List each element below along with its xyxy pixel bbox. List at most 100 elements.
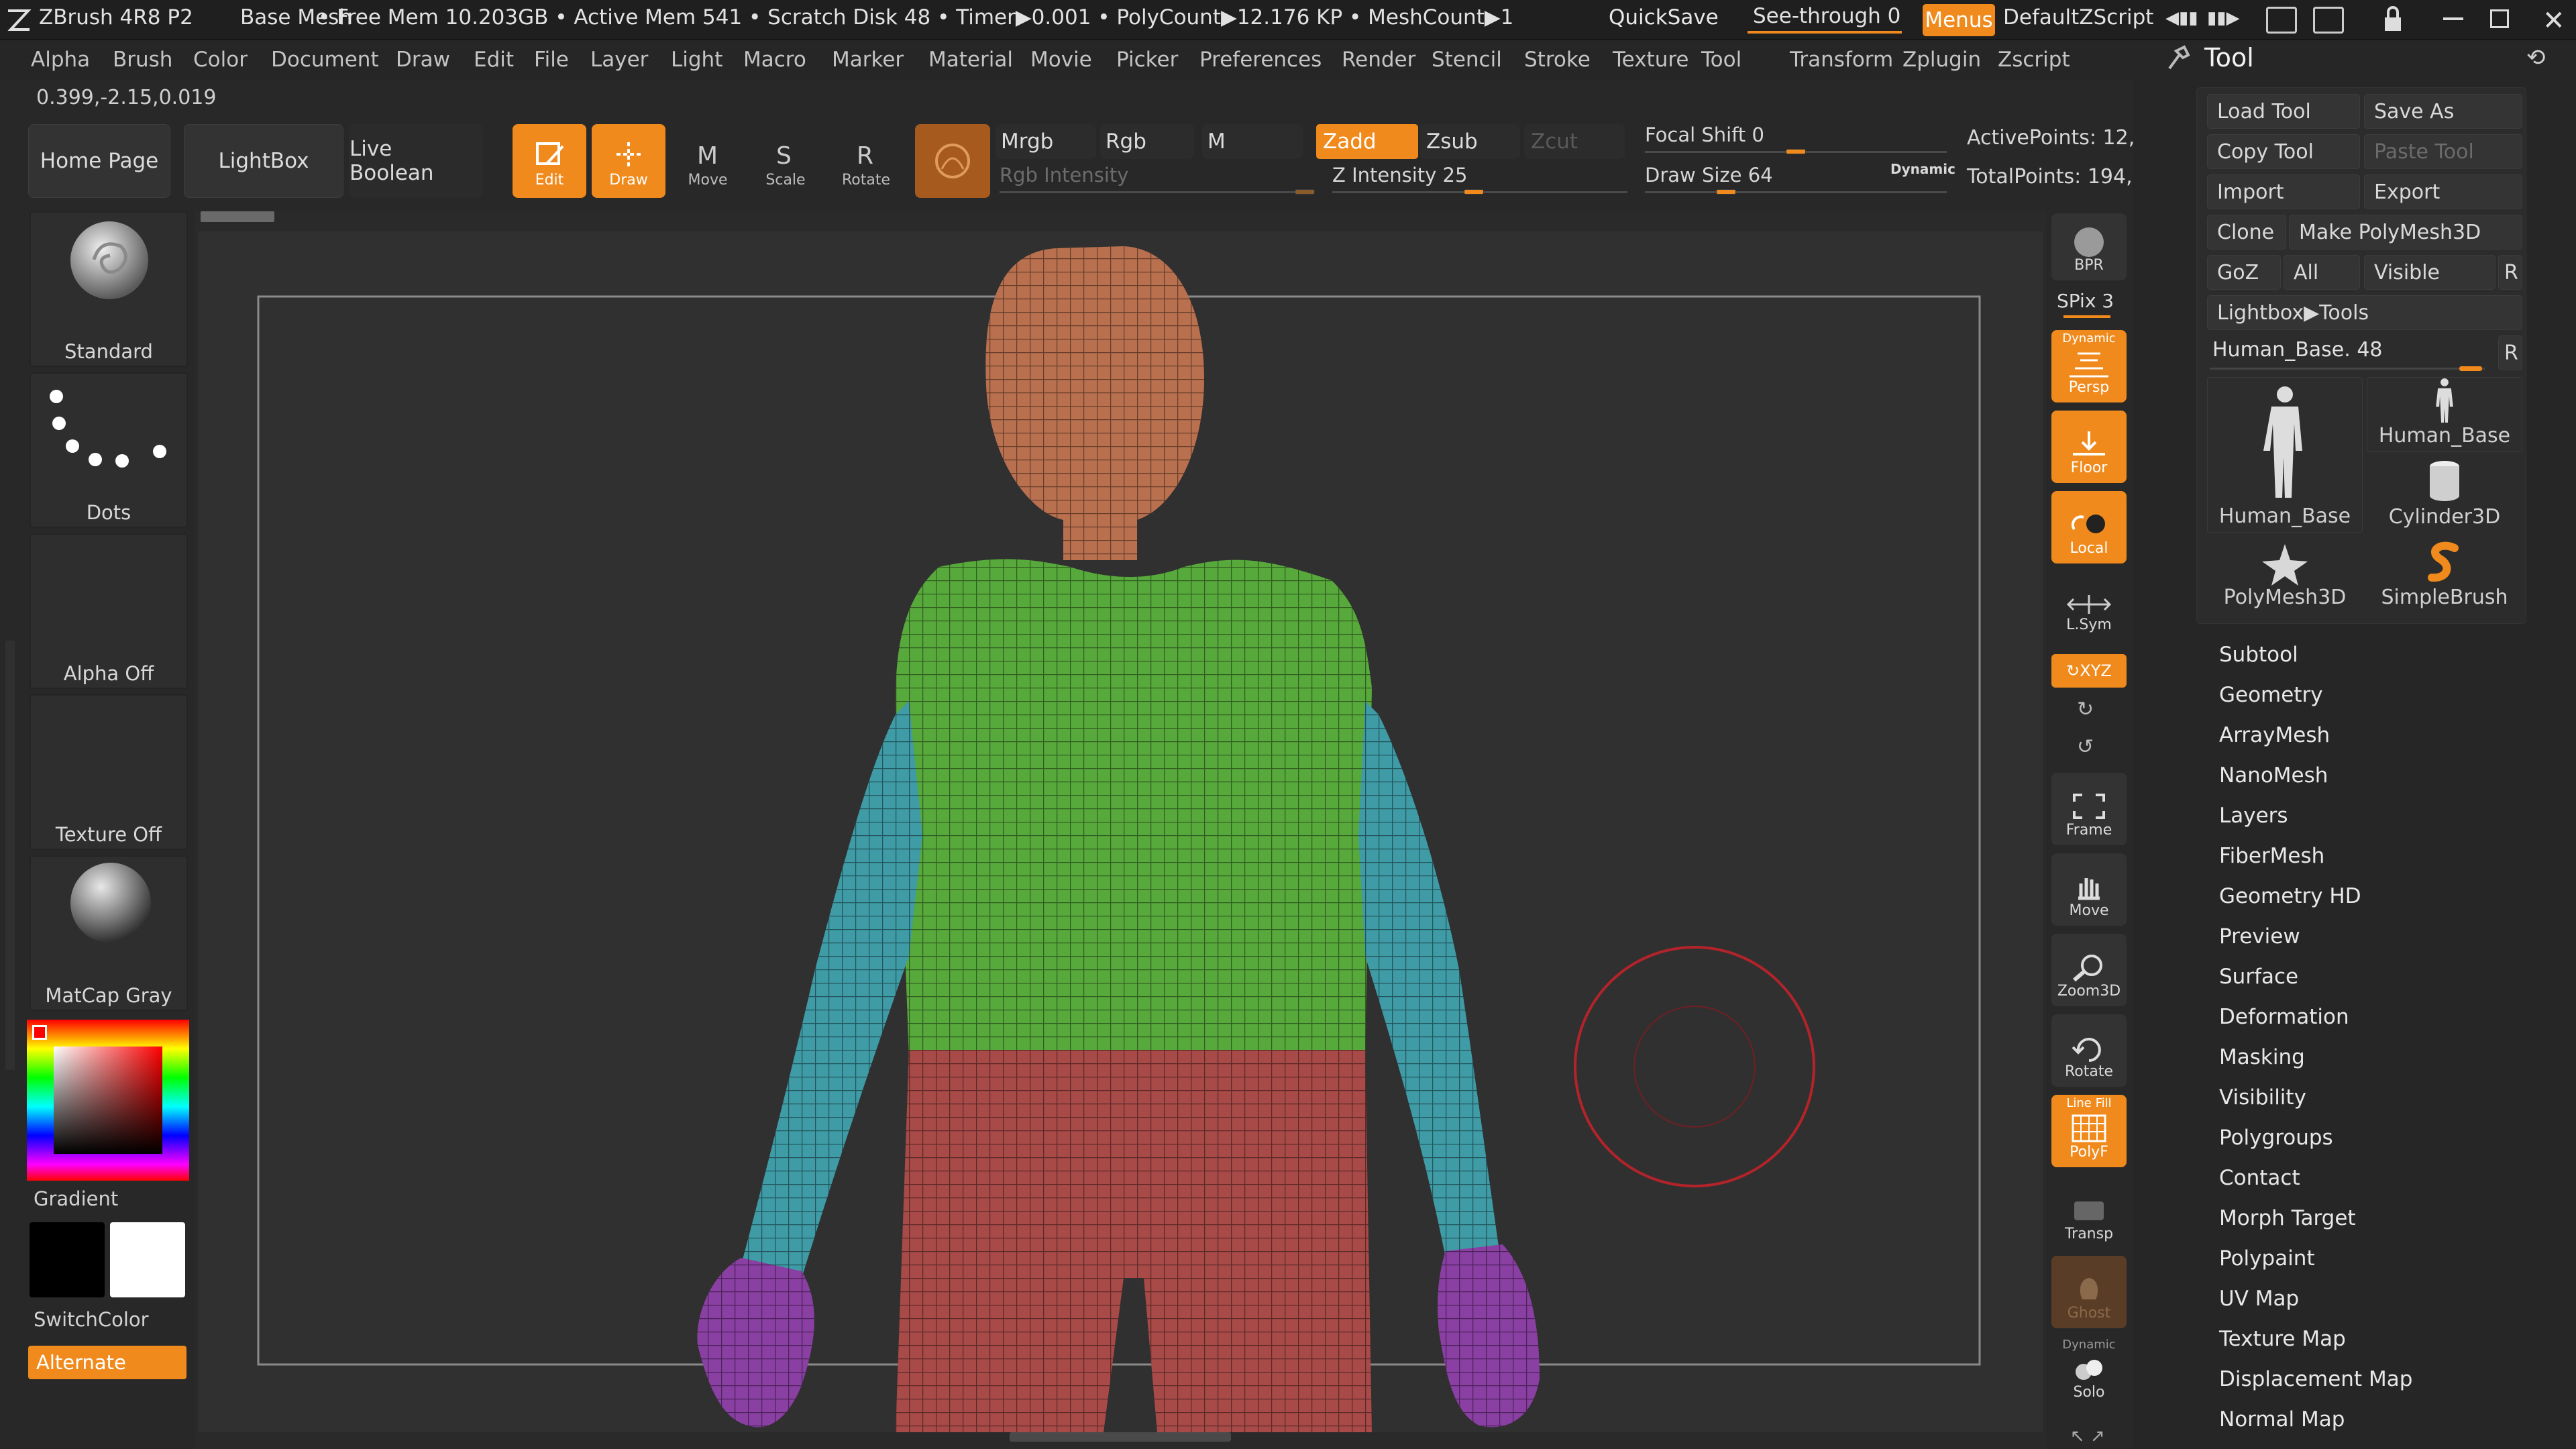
menu-brush[interactable]: Brush xyxy=(113,48,172,72)
window-layout-2-icon[interactable] xyxy=(2313,7,2344,34)
primary-color-swatch[interactable] xyxy=(30,1222,105,1297)
perspective-button[interactable]: Dynamic Persp xyxy=(2051,330,2127,402)
tool-section-normal-map[interactable]: Normal Map xyxy=(2219,1407,2345,1432)
tool-thumb-simplebrush[interactable]: SimpleBrush xyxy=(2367,538,2522,613)
lightbox-tools-button[interactable]: Lightbox▶Tools xyxy=(2207,295,2522,330)
lock-icon[interactable] xyxy=(2383,5,2403,34)
window-layout-icon[interactable] xyxy=(2266,7,2297,34)
copy-tool-button[interactable]: Copy Tool xyxy=(2207,134,2360,169)
rotate-view-button[interactable]: Rotate xyxy=(2051,1014,2127,1087)
tool-section-masking[interactable]: Masking xyxy=(2219,1045,2305,1069)
y-rotate-icon[interactable]: ↻ xyxy=(2077,698,2094,721)
move-view-button[interactable]: Move xyxy=(2051,853,2127,926)
load-tool-button[interactable]: Load Tool xyxy=(2207,94,2360,129)
minimize-icon[interactable] xyxy=(2443,17,2463,20)
tool-section-preview[interactable]: Preview xyxy=(2219,924,2300,949)
menu-stencil[interactable]: Stencil xyxy=(1432,48,1502,72)
menu-picker[interactable]: Picker xyxy=(1116,48,1178,72)
menu-draw[interactable]: Draw xyxy=(396,48,450,72)
menu-alpha[interactable]: Alpha xyxy=(31,48,90,72)
document-canvas[interactable] xyxy=(198,211,2043,1442)
menu-transform[interactable]: Transform xyxy=(1790,48,1893,72)
saturation-value-square[interactable] xyxy=(54,1046,162,1154)
tool-section-displacement-map[interactable]: Displacement Map xyxy=(2219,1367,2412,1391)
menu-preferences[interactable]: Preferences xyxy=(1199,48,1322,72)
current-tool-r-button[interactable]: R xyxy=(2498,335,2522,370)
alternate-button[interactable]: Alternate xyxy=(28,1346,186,1379)
menu-layer[interactable]: Layer xyxy=(590,48,648,72)
menu-zscript[interactable]: Zscript xyxy=(1998,48,2070,72)
tool-thumb-polymesh3d[interactable]: PolyMesh3D xyxy=(2207,538,2363,613)
zoom3d-button[interactable]: Zoom3D xyxy=(2051,934,2127,1006)
bpr-button[interactable]: BPR xyxy=(2051,213,2127,280)
default-zscript-button[interactable]: DefaultZScript xyxy=(2003,5,2153,30)
menu-macro[interactable]: Macro xyxy=(743,48,806,72)
menu-edit[interactable]: Edit xyxy=(474,48,514,72)
menu-stroke[interactable]: Stroke xyxy=(1524,48,1591,72)
rgb-button[interactable]: Rgb xyxy=(1100,124,1194,159)
alpha-slot[interactable]: Alpha Off xyxy=(30,533,188,689)
m-button[interactable]: M xyxy=(1202,124,1303,159)
tool-section-texture-map[interactable]: Texture Map xyxy=(2219,1327,2346,1351)
draw-mode-button[interactable]: Draw xyxy=(592,124,665,198)
tool-section-uv-map[interactable]: UV Map xyxy=(2219,1287,2299,1311)
make-polymesh3d-button[interactable]: Make PolyMesh3D xyxy=(2289,215,2522,250)
solo-button[interactable]: Dynamic Solo xyxy=(2051,1335,2127,1407)
menu-marker[interactable]: Marker xyxy=(832,48,904,72)
menu-tool[interactable]: Tool xyxy=(1701,48,1741,72)
goz-visible-button[interactable]: Visible xyxy=(2364,255,2496,290)
tool-section-fibermesh[interactable]: FiberMesh xyxy=(2219,844,2324,868)
tool-section-arraymesh[interactable]: ArrayMesh xyxy=(2219,723,2330,747)
tool-section-layers[interactable]: Layers xyxy=(2219,804,2288,828)
clone-button[interactable]: Clone xyxy=(2207,215,2286,250)
human-base-mesh[interactable] xyxy=(198,231,2043,1432)
z-intensity-slider[interactable]: Z Intensity 25 xyxy=(1332,164,1627,195)
tool-section-geometry-hd[interactable]: Geometry HD xyxy=(2219,884,2361,908)
menu-light[interactable]: Light xyxy=(671,48,722,72)
tool-section-surface[interactable]: Surface xyxy=(2219,965,2298,989)
tool-section-visibility[interactable]: Visibility xyxy=(2219,1085,2306,1110)
rgb-intensity-slider[interactable]: Rgb Intensity xyxy=(1000,164,1315,195)
ghost-button[interactable]: Ghost xyxy=(2051,1256,2127,1328)
see-through-slider[interactable]: See-through 0 xyxy=(1748,3,1902,35)
live-boolean-button[interactable]: Live Boolean xyxy=(349,124,483,198)
material-slot[interactable]: MatCap Gray xyxy=(30,855,188,1011)
reset-palette-icon[interactable]: ⟲ xyxy=(2526,44,2546,71)
tool-section-geometry[interactable]: Geometry xyxy=(2219,683,2323,707)
canvas-scroll-handle[interactable] xyxy=(201,211,274,222)
layout-right-icon[interactable]: ▮▮▶ xyxy=(2207,8,2241,32)
tool-section-nanomesh[interactable]: NanoMesh xyxy=(2219,763,2328,788)
tool-thumb-human-base-large[interactable]: Human_Base xyxy=(2207,377,2363,533)
spix-slider[interactable]: SPix 3 xyxy=(2057,290,2114,312)
rotate-mode-button[interactable]: R Rotate xyxy=(829,124,903,198)
lsym-button[interactable]: L.Sym xyxy=(2051,576,2127,640)
focal-shift-slider[interactable]: Focal Shift 0 xyxy=(1645,123,1947,154)
export-button[interactable]: Export xyxy=(2364,174,2522,209)
collapse-shelf-icon[interactable]: ↖ ↗ xyxy=(2070,1426,2105,1446)
goz-all-button[interactable]: All xyxy=(2284,255,2360,290)
layout-left-icon[interactable]: ◀▮▮ xyxy=(2165,8,2199,32)
z-rotate-icon[interactable]: ↺ xyxy=(2077,735,2094,759)
switchcolor-button[interactable]: SwitchColor xyxy=(34,1308,149,1331)
menu-movie[interactable]: Movie xyxy=(1030,48,1092,72)
home-page-button[interactable]: Home Page xyxy=(28,124,170,198)
maximize-icon[interactable] xyxy=(2490,9,2509,28)
tool-section-deformation[interactable]: Deformation xyxy=(2219,1005,2349,1029)
tool-section-subtool[interactable]: Subtool xyxy=(2219,643,2298,667)
floor-button[interactable]: Floor xyxy=(2051,411,2127,483)
scale-mode-button[interactable]: S Scale xyxy=(749,124,822,198)
tool-section-contact[interactable]: Contact xyxy=(2219,1166,2300,1190)
dynamic-size-toggle[interactable]: Dynamic xyxy=(1890,161,1955,177)
menu-document[interactable]: Document xyxy=(271,48,379,72)
close-icon[interactable]: ✕ xyxy=(2542,5,2565,36)
brush-slot[interactable]: Standard xyxy=(30,211,188,367)
menu-zplugin[interactable]: Zplugin xyxy=(1902,48,1981,72)
import-button[interactable]: Import xyxy=(2207,174,2360,209)
tool-thumb-cylinder3d[interactable]: Cylinder3D xyxy=(2367,458,2522,533)
move-mode-button[interactable]: M Move xyxy=(671,124,745,198)
secondary-color-swatch[interactable] xyxy=(110,1222,185,1297)
zcut-button[interactable]: Zcut xyxy=(1524,124,1625,159)
tool-section-polypaint[interactable]: Polypaint xyxy=(2219,1246,2315,1271)
menus-toggle[interactable]: Menus xyxy=(1923,4,1995,36)
zadd-button[interactable]: Zadd xyxy=(1316,124,1418,159)
